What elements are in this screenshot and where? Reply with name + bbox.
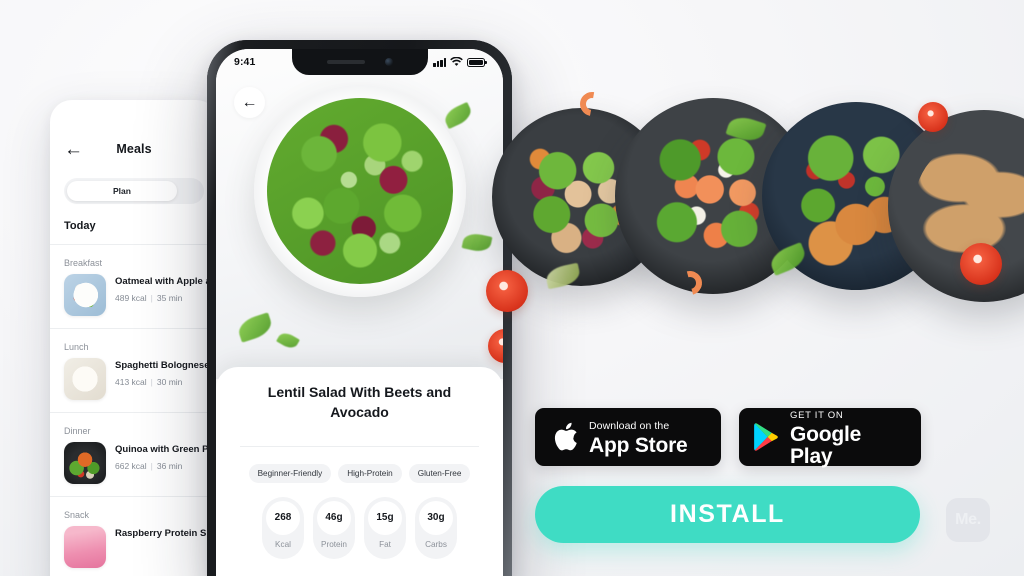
- meal-thumbnail: [64, 358, 106, 400]
- nutrition-value: 15g: [368, 500, 402, 535]
- meal-group-label-snack: Snack: [64, 510, 90, 520]
- nutrition-label: Carbs: [425, 539, 447, 549]
- left-phone-navbar: ← Meals: [50, 128, 218, 170]
- phone-notch: [291, 49, 428, 75]
- meal-group-label-dinner: Dinner: [64, 426, 91, 436]
- meal-time: 30 min: [156, 376, 183, 387]
- today-heading: Today: [64, 220, 96, 232]
- meal-meta: 489 kcal | 35 min: [115, 293, 204, 303]
- google-play-text: GET IT ON Google Play: [790, 406, 903, 469]
- meal-time: 36 min: [156, 460, 183, 471]
- list-item[interactable]: Spaghetti Bolognese 413 kcal | 30 min: [50, 358, 218, 412]
- list-item[interactable]: Quinoa with Green Peas and Edamame Beans…: [50, 442, 218, 496]
- wifi-icon: [450, 57, 463, 66]
- nutrition-value: 30g: [419, 500, 453, 535]
- app-store-button[interactable]: Download on the App Store: [535, 408, 721, 466]
- segment-plan[interactable]: Plan: [67, 181, 177, 201]
- salad-contents: [266, 98, 453, 284]
- divider: [240, 445, 479, 447]
- store-badges: Download on the App Store GET IT ON Goog…: [535, 406, 921, 469]
- list-item[interactable]: Oatmeal with Apple and Strawberries 489 …: [50, 274, 218, 328]
- app-store-line2: App Store: [589, 434, 688, 458]
- meal-name: Oatmeal with Apple and Strawberries: [115, 276, 218, 287]
- nutrition-carbs: 30g Carbs: [415, 496, 457, 559]
- meal-meta: 662 kcal | 36 min: [115, 461, 204, 471]
- nutrition-label: Protein: [321, 539, 347, 549]
- page-title: Lentil Salad With Beets and Avocado: [267, 384, 452, 420]
- speaker-grille-icon: [326, 60, 365, 64]
- install-button[interactable]: INSTALL: [535, 486, 920, 543]
- status-time: 9:41: [234, 56, 256, 68]
- nutrition-label: Fat: [379, 539, 391, 549]
- meal-kcal: 662 kcal: [115, 460, 147, 471]
- meal-group-label-breakfast: Breakfast: [64, 258, 103, 268]
- meal-kcal: 489 kcal: [115, 292, 147, 303]
- google-play-button[interactable]: GET IT ON Google Play: [739, 406, 921, 469]
- list-item[interactable]: Raspberry Protein Shake: [50, 526, 218, 576]
- nutrition-fat: 15g Fat: [364, 496, 406, 559]
- nutrition-protein: 46g Protein: [313, 496, 355, 559]
- food-plates-strip: [470, 87, 1024, 338]
- google-play-line2: Google Play: [790, 423, 862, 469]
- tomato-slice-decoration: [486, 270, 528, 312]
- meal-kcal: 413 kcal: [115, 376, 147, 387]
- app-store-text: Download on the App Store: [589, 417, 688, 458]
- left-phone-title: Meals: [116, 142, 152, 156]
- plan-segmented-control[interactable]: Plan: [64, 178, 204, 204]
- meta-divider: |: [150, 292, 153, 303]
- tag-beginner-friendly[interactable]: Beginner-Friendly: [248, 463, 332, 483]
- recipe-detail-card: Lentil Salad With Beets and Avocado Begi…: [216, 367, 503, 576]
- meal-name: Quinoa with Green Peas and Edamame Beans: [115, 444, 218, 455]
- tag-high-protein[interactable]: High-Protein: [338, 463, 402, 483]
- front-camera-icon: [384, 58, 393, 66]
- nutrition-label: Kcal: [275, 539, 291, 549]
- tag-gluten-free[interactable]: Gluten-Free: [408, 463, 471, 483]
- nutrition-value: 268: [266, 500, 300, 535]
- lentil-salad-bowl-image: [253, 85, 466, 297]
- meal-thumbnail: [64, 442, 106, 484]
- google-play-line1: GET IT ON: [790, 409, 844, 421]
- meal-time: 35 min: [156, 292, 183, 303]
- nutrition-kcal: 268 Kcal: [262, 496, 304, 559]
- meal-name: Raspberry Protein Shake: [115, 528, 218, 539]
- meal-group-label-lunch: Lunch: [64, 342, 89, 352]
- meal-name: Spaghetti Bolognese: [115, 360, 210, 371]
- meta-divider: |: [150, 460, 153, 471]
- phone-screen: 9:41 ← Lentil Salad With Beets and Avoca…: [216, 49, 503, 576]
- primary-phone-device: 9:41 ← Lentil Salad With Beets and Avoca…: [207, 40, 512, 576]
- status-indicators: [433, 57, 487, 67]
- meal-thumbnail: [64, 274, 106, 316]
- tomato-slice-decoration: [960, 243, 1002, 285]
- google-play-logo-icon: [753, 422, 780, 452]
- secondary-phone-meals-screen: ← Meals Plan Today Breakfast Oatmeal wit…: [50, 100, 218, 576]
- battery-icon: [467, 57, 487, 67]
- meal-thumbnail: [64, 526, 106, 568]
- hero-food-image: ←: [216, 49, 503, 379]
- cellular-signal-icon: [433, 57, 446, 67]
- arrow-left-icon[interactable]: ←: [234, 87, 265, 118]
- apple-logo-icon: [553, 422, 579, 452]
- decorative-leaf: [276, 329, 300, 352]
- tomato-slice-decoration: [918, 102, 948, 132]
- meal-meta: 413 kcal | 30 min: [115, 377, 204, 387]
- nutrition-value: 46g: [317, 500, 351, 535]
- nutrition-facts: 268 Kcal 46g Protein 15g Fat 30g Carbs: [236, 496, 483, 559]
- brand-watermark: Me.: [946, 498, 990, 542]
- meta-divider: |: [150, 376, 153, 387]
- app-store-line1: Download on the: [589, 419, 670, 432]
- decorative-leaf: [235, 312, 275, 343]
- recipe-tags: Beginner-Friendly High-Protein Gluten-Fr…: [236, 463, 483, 483]
